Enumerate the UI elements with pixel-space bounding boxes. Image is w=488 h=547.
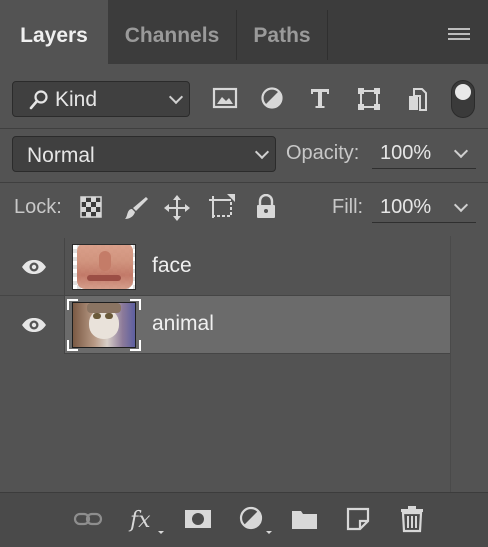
image-filter-icon[interactable] bbox=[212, 86, 238, 110]
lock-pixels-brush-icon[interactable] bbox=[122, 194, 150, 222]
link-icon[interactable] bbox=[72, 503, 104, 535]
trash-icon[interactable] bbox=[396, 503, 428, 535]
visibility-toggle[interactable] bbox=[0, 238, 65, 296]
tab-divider bbox=[327, 10, 328, 60]
lock-artboard-icon[interactable] bbox=[207, 193, 237, 221]
lock-all-icon[interactable] bbox=[255, 194, 277, 220]
chevron-down-icon bbox=[168, 89, 184, 105]
mask-icon[interactable] bbox=[182, 503, 214, 535]
fill-label: Fill: bbox=[332, 196, 364, 218]
tab-bar: Layers Channels Paths bbox=[0, 0, 488, 64]
layers-scrollbar[interactable] bbox=[450, 236, 488, 492]
tab-channels[interactable]: Channels bbox=[108, 0, 236, 64]
selection-bracket-icon bbox=[67, 299, 141, 351]
smart-object-filter-icon[interactable] bbox=[405, 86, 429, 112]
filter-toggle[interactable] bbox=[451, 80, 475, 118]
shape-filter-icon[interactable] bbox=[356, 86, 382, 112]
eye-icon[interactable] bbox=[21, 259, 47, 275]
chevron-down-icon[interactable] bbox=[453, 143, 469, 159]
layers-bottom-toolbar: fx bbox=[0, 492, 488, 547]
layers-panel: Layers Channels Paths Kind Normal Opacit… bbox=[0, 0, 488, 547]
chevron-down-icon[interactable] bbox=[453, 197, 469, 213]
adjustment-icon[interactable] bbox=[236, 503, 276, 535]
chevron-down-icon bbox=[254, 144, 270, 160]
lock-position-move-icon[interactable] bbox=[163, 194, 191, 222]
tab-paths[interactable]: Paths bbox=[237, 0, 327, 64]
layer-thumbnail-face bbox=[72, 244, 136, 290]
divider bbox=[0, 128, 488, 129]
search-icon bbox=[29, 90, 48, 110]
tab-layers[interactable]: Layers bbox=[0, 0, 108, 64]
new-layer-icon[interactable] bbox=[342, 503, 374, 535]
filter-kind-label: Kind bbox=[55, 88, 98, 111]
adjustment-filter-icon[interactable] bbox=[260, 86, 284, 110]
fill-value: 100% bbox=[380, 196, 432, 218]
eye-icon[interactable] bbox=[21, 317, 47, 333]
filter-kind-select[interactable]: Kind bbox=[12, 81, 190, 117]
layer-row-face[interactable]: face bbox=[0, 238, 450, 296]
fx-icon[interactable]: fx bbox=[128, 503, 168, 535]
blend-mode-select[interactable]: Normal bbox=[12, 136, 276, 172]
visibility-toggle[interactable] bbox=[0, 296, 65, 354]
folder-icon[interactable] bbox=[289, 503, 321, 535]
lock-transparency-icon[interactable] bbox=[80, 196, 102, 218]
layer-name[interactable]: animal bbox=[152, 312, 214, 336]
lock-label: Lock: bbox=[14, 196, 62, 218]
opacity-label: Opacity: bbox=[286, 142, 360, 164]
panel-menu-icon[interactable] bbox=[448, 28, 470, 42]
layer-name[interactable]: face bbox=[152, 254, 192, 278]
svg-text:fx: fx bbox=[128, 508, 151, 533]
fill-field[interactable]: 100% bbox=[372, 193, 476, 223]
divider bbox=[0, 182, 488, 183]
blend-mode-value: Normal bbox=[27, 144, 95, 167]
toggle-knob bbox=[455, 84, 471, 100]
layer-row-animal[interactable]: animal bbox=[0, 296, 450, 354]
opacity-value: 100% bbox=[380, 142, 432, 164]
opacity-field[interactable]: 100% bbox=[372, 139, 476, 169]
type-filter-icon[interactable] bbox=[308, 86, 332, 110]
